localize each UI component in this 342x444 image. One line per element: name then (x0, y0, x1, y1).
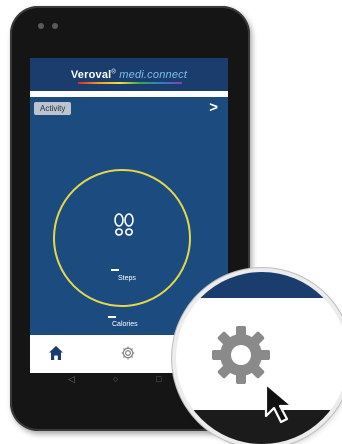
footprints-icon (114, 213, 134, 236)
activity-tab[interactable]: Activity (34, 102, 72, 115)
brand-name: Veroval (70, 68, 112, 81)
android-home-key[interactable]: ○ (113, 374, 118, 384)
brand-accent: medi.connect (116, 68, 188, 81)
activity-ring (53, 169, 191, 307)
calories-value-placeholder (108, 316, 116, 318)
calories-label: Calories (112, 321, 138, 328)
android-recents-key[interactable]: □ (156, 374, 161, 384)
mouse-pointer-icon (264, 382, 294, 424)
zoom-callout (176, 272, 342, 444)
brand-color-strip (78, 82, 182, 84)
zoom-phone-frame (176, 410, 342, 444)
brand-logo: Veroval® medi.connect (71, 69, 187, 81)
home-icon[interactable] (48, 345, 64, 361)
android-back-key[interactable]: ◁ (68, 374, 75, 385)
steps-label: Steps (118, 275, 136, 282)
zoom-header-band (176, 272, 342, 298)
front-camera (38, 23, 44, 29)
settings-gear-icon[interactable] (120, 345, 136, 361)
app-header: Veroval® medi.connect (30, 58, 228, 91)
sensor (52, 23, 58, 29)
steps-value-placeholder (111, 269, 119, 271)
next-arrow-button[interactable]: > (209, 99, 218, 116)
